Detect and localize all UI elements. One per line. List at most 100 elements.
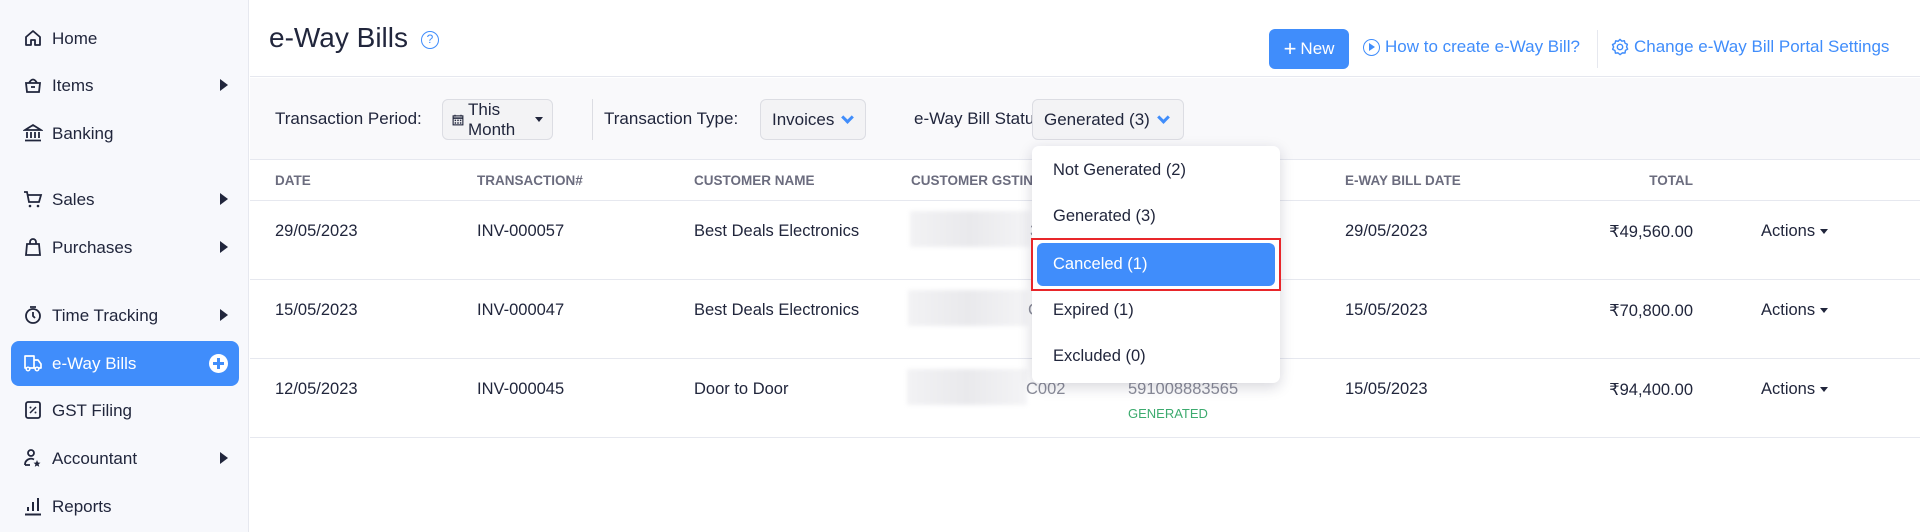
divider	[1597, 30, 1598, 68]
bank-icon	[23, 123, 43, 142]
portal-settings-label: Change e-Way Bill Portal Settings	[1634, 37, 1890, 56]
new-button-label: New	[1300, 39, 1335, 58]
plus-circle-icon[interactable]	[209, 354, 228, 373]
sidebar-item-label: Time Tracking	[52, 305, 159, 325]
play-circle-icon	[1363, 38, 1380, 56]
actions-label: Actions	[1761, 301, 1816, 319]
accountant-icon	[24, 449, 41, 467]
caret-down-icon	[1820, 387, 1829, 392]
caret-right-icon	[220, 79, 228, 91]
dropdown-option-expired[interactable]: Expired (1)	[1037, 289, 1275, 332]
column-header-e-way-bill-date[interactable]: E-WAY BILL DATE	[1345, 173, 1461, 188]
cell-e-way-bill-date: 15/05/2023	[1345, 301, 1428, 319]
e-way-bill-status-label: e-Way Bill Status:	[914, 109, 1048, 128]
caret-down-icon	[535, 117, 543, 122]
e-way-bill-status-select[interactable]: Generated (3)	[1032, 99, 1184, 140]
transaction-period-value: This Month	[467, 99, 516, 139]
cart-icon	[24, 191, 43, 208]
caret-right-icon	[220, 193, 228, 205]
stopwatch-icon	[25, 306, 41, 324]
cell-date: 15/05/2023	[275, 301, 358, 319]
cell-transaction[interactable]: INV-000047	[477, 301, 564, 320]
column-header-customer-gstin[interactable]: CUSTOMER GSTIN	[911, 173, 1033, 188]
transaction-type-label: Transaction Type:	[604, 109, 739, 128]
sidebar-item-purchases[interactable]: Purchases	[11, 225, 239, 270]
sidebar-item-home[interactable]: Home	[11, 16, 239, 61]
portal-settings-link[interactable]: Change e-Way Bill Portal Settings	[1611, 37, 1889, 57]
column-header-total[interactable]: TOTAL	[1649, 173, 1693, 188]
cell-customer-name: Best Deals Electronics	[694, 301, 860, 319]
redacted-gstin	[908, 290, 1028, 326]
cell-date: 12/05/2023	[275, 380, 358, 398]
column-header-transaction[interactable]: TRANSACTION#	[477, 173, 583, 188]
sidebar-item-gst-filing[interactable]: GST Filing	[11, 388, 239, 433]
gear-icon	[1611, 38, 1629, 56]
column-header-customer-name[interactable]: CUSTOMER NAME	[694, 173, 815, 188]
shopping-bag-icon	[25, 238, 41, 256]
plus-icon: +	[1283, 36, 1297, 61]
how-to-create-link[interactable]: How to create e-Way Bill?	[1363, 37, 1580, 57]
sidebar: Home Items Banking Sales Purchases Time …	[0, 0, 249, 532]
actions-label: Actions	[1761, 222, 1816, 240]
sidebar-item-sales[interactable]: Sales	[11, 177, 239, 222]
truck-icon	[24, 355, 42, 372]
e-way-bill-status-value: Generated (3)	[1044, 109, 1150, 129]
dropdown-option-not-generated[interactable]: Not Generated (2)	[1037, 149, 1275, 192]
cell-customer-name: Door to Door	[694, 380, 789, 398]
page-header: e-Way Bills ? + New How to create e-Way …	[250, 0, 1920, 77]
actions-button[interactable]: Actions	[1761, 222, 1829, 241]
sidebar-item-e-way-bills[interactable]: e-Way Bills	[11, 341, 239, 386]
transaction-type-select[interactable]: Invoices	[760, 99, 866, 140]
sidebar-item-label: Purchases	[52, 237, 133, 257]
cell-total: ₹49,560.00	[1609, 223, 1693, 241]
caret-down-icon	[1820, 308, 1829, 313]
chevron-down-icon	[841, 110, 855, 124]
cell-customer-name: Best Deals Electronics	[694, 222, 860, 240]
sidebar-item-label: GST Filing	[52, 400, 132, 420]
dropdown-option-generated[interactable]: Generated (3)	[1037, 195, 1275, 238]
actions-label: Actions	[1761, 380, 1816, 398]
divider	[592, 99, 593, 140]
cell-date: 29/05/2023	[275, 222, 358, 240]
new-button[interactable]: + New	[1269, 29, 1349, 69]
column-header-date[interactable]: DATE	[275, 173, 311, 188]
dropdown-option-canceled[interactable]: Canceled (1)	[1037, 243, 1275, 286]
bar-chart-icon	[25, 498, 41, 516]
page-title: e-Way Bills	[269, 22, 408, 53]
actions-button[interactable]: Actions	[1761, 301, 1829, 320]
sidebar-item-items[interactable]: Items	[11, 63, 239, 108]
caret-down-icon	[1820, 229, 1829, 234]
sidebar-item-time-tracking[interactable]: Time Tracking	[11, 293, 239, 338]
actions-button[interactable]: Actions	[1761, 380, 1829, 399]
sidebar-item-label: Accountant	[52, 448, 138, 468]
sidebar-item-label: Home	[52, 28, 98, 48]
cell-transaction[interactable]: INV-000045	[477, 380, 564, 399]
sidebar-item-label: Banking	[52, 123, 114, 143]
status-badge: GENERATED	[1128, 406, 1208, 421]
redacted-gstin	[910, 211, 1030, 247]
cell-transaction[interactable]: INV-000057	[477, 222, 564, 241]
redacted-gstin	[907, 369, 1027, 405]
cell-total: ₹70,800.00	[1609, 302, 1693, 320]
cell-e-way-bill-date: 15/05/2023	[1345, 380, 1428, 398]
sidebar-item-label: Sales	[52, 189, 95, 209]
percent-document-icon	[25, 401, 41, 419]
how-to-create-label: How to create e-Way Bill?	[1385, 37, 1580, 56]
transaction-period-label: Transaction Period:	[275, 109, 422, 128]
help-icon[interactable]: ?	[421, 31, 439, 49]
dropdown-option-excluded[interactable]: Excluded (0)	[1037, 335, 1275, 378]
caret-right-icon	[220, 241, 228, 253]
sidebar-item-banking[interactable]: Banking	[11, 111, 239, 156]
cell-total: ₹94,400.00	[1609, 381, 1693, 399]
sidebar-item-accountant[interactable]: Accountant	[11, 436, 239, 481]
cell-e-way-bill-date: 29/05/2023	[1345, 222, 1428, 240]
sidebar-item-reports[interactable]: Reports	[11, 484, 239, 529]
home-icon	[25, 30, 41, 46]
calendar-icon	[452, 114, 464, 125]
sidebar-item-label: e-Way Bills	[52, 353, 137, 373]
sidebar-item-label: Reports	[52, 496, 112, 516]
caret-right-icon	[220, 309, 228, 321]
basket-icon	[24, 78, 42, 93]
transaction-period-select[interactable]: This Month	[442, 99, 553, 140]
transaction-type-value: Invoices	[772, 109, 835, 129]
